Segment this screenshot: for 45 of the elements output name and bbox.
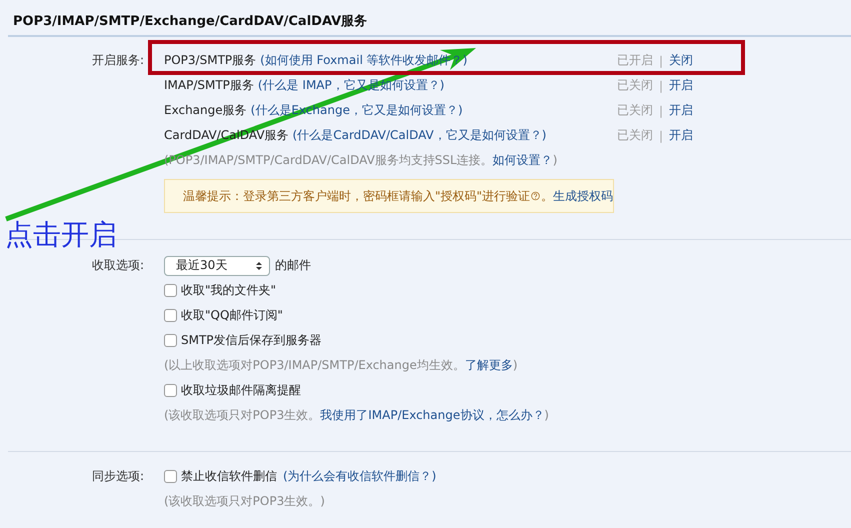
checkbox-label: 禁止收信软件删信	[181, 468, 277, 485]
generate-code-link[interactable]: 生成授权码	[553, 188, 613, 204]
help-link[interactable]: (为什么会有收信软件删信？)	[283, 468, 436, 485]
field-label: 同步选项:	[92, 468, 144, 485]
help-link[interactable]: 如何设置？	[492, 153, 553, 167]
checkbox[interactable]	[164, 470, 177, 483]
service-status: 已关闭	[616, 127, 653, 144]
help-icon[interactable]	[531, 189, 540, 203]
checkbox[interactable]	[164, 284, 177, 297]
page-title: POP3/IMAP/SMTP/Exchange/CardDAV/CalDAV服务	[8, 0, 851, 37]
checkbox-label: 收取垃圾邮件隔离提醒	[181, 382, 301, 399]
toggle-link[interactable]: 关闭	[669, 52, 693, 69]
checkbox[interactable]	[164, 334, 177, 347]
help-link[interactable]: 了解更多	[464, 358, 513, 372]
help-link[interactable]: (什么是CardDAV/CalDAV，它又是如何设置？)	[292, 127, 546, 144]
tip-text: 。	[541, 188, 553, 204]
service-name: IMAP/SMTP服务	[164, 77, 254, 94]
checkbox-label: 收取"QQ邮件订阅"	[181, 307, 283, 324]
separator: |	[658, 104, 663, 118]
toggle-link[interactable]: 开启	[669, 127, 693, 144]
caret-icon	[255, 260, 263, 270]
separator: |	[658, 78, 663, 92]
service-name: Exchange服务	[164, 102, 247, 119]
field-label: 开启服务:	[92, 52, 144, 69]
service-status: 已关闭	[616, 102, 653, 119]
field-label: 收取选项:	[92, 257, 144, 274]
checkbox-label: 收取"我的文件夹"	[181, 282, 276, 299]
checkbox-label: SMTP发信后保存到服务器	[181, 332, 322, 349]
service-status: 已关闭	[616, 77, 653, 94]
help-link[interactable]: 我使用了IMAP/Exchange协议，怎么办？	[320, 408, 544, 422]
service-status: 已开启	[616, 52, 653, 69]
note-text: (该收取选项只对POP3生效。我使用了IMAP/Exchange协议，怎么办？)	[164, 407, 549, 424]
checkbox[interactable]	[164, 384, 177, 397]
toggle-link[interactable]: 开启	[669, 77, 693, 94]
annotation-text: 点击开启	[5, 217, 117, 253]
note-text: (以上收取选项对POP3/IMAP/SMTP/Exchange均生效。了解更多)	[164, 357, 518, 374]
separator: |	[658, 128, 663, 142]
tip-text: 温馨提示：登录第三方客户端时，密码框请输入"授权码"进行验证	[183, 188, 530, 204]
period-select[interactable]: 最近30天	[164, 256, 270, 276]
checkbox[interactable]	[164, 309, 177, 322]
separator: |	[658, 54, 663, 68]
service-name: POP3/SMTP服务	[164, 52, 256, 69]
toggle-link[interactable]: 开启	[669, 102, 693, 119]
select-suffix: 的邮件	[275, 257, 311, 274]
note-text: (该收取选项只对POP3生效。)	[164, 493, 325, 510]
